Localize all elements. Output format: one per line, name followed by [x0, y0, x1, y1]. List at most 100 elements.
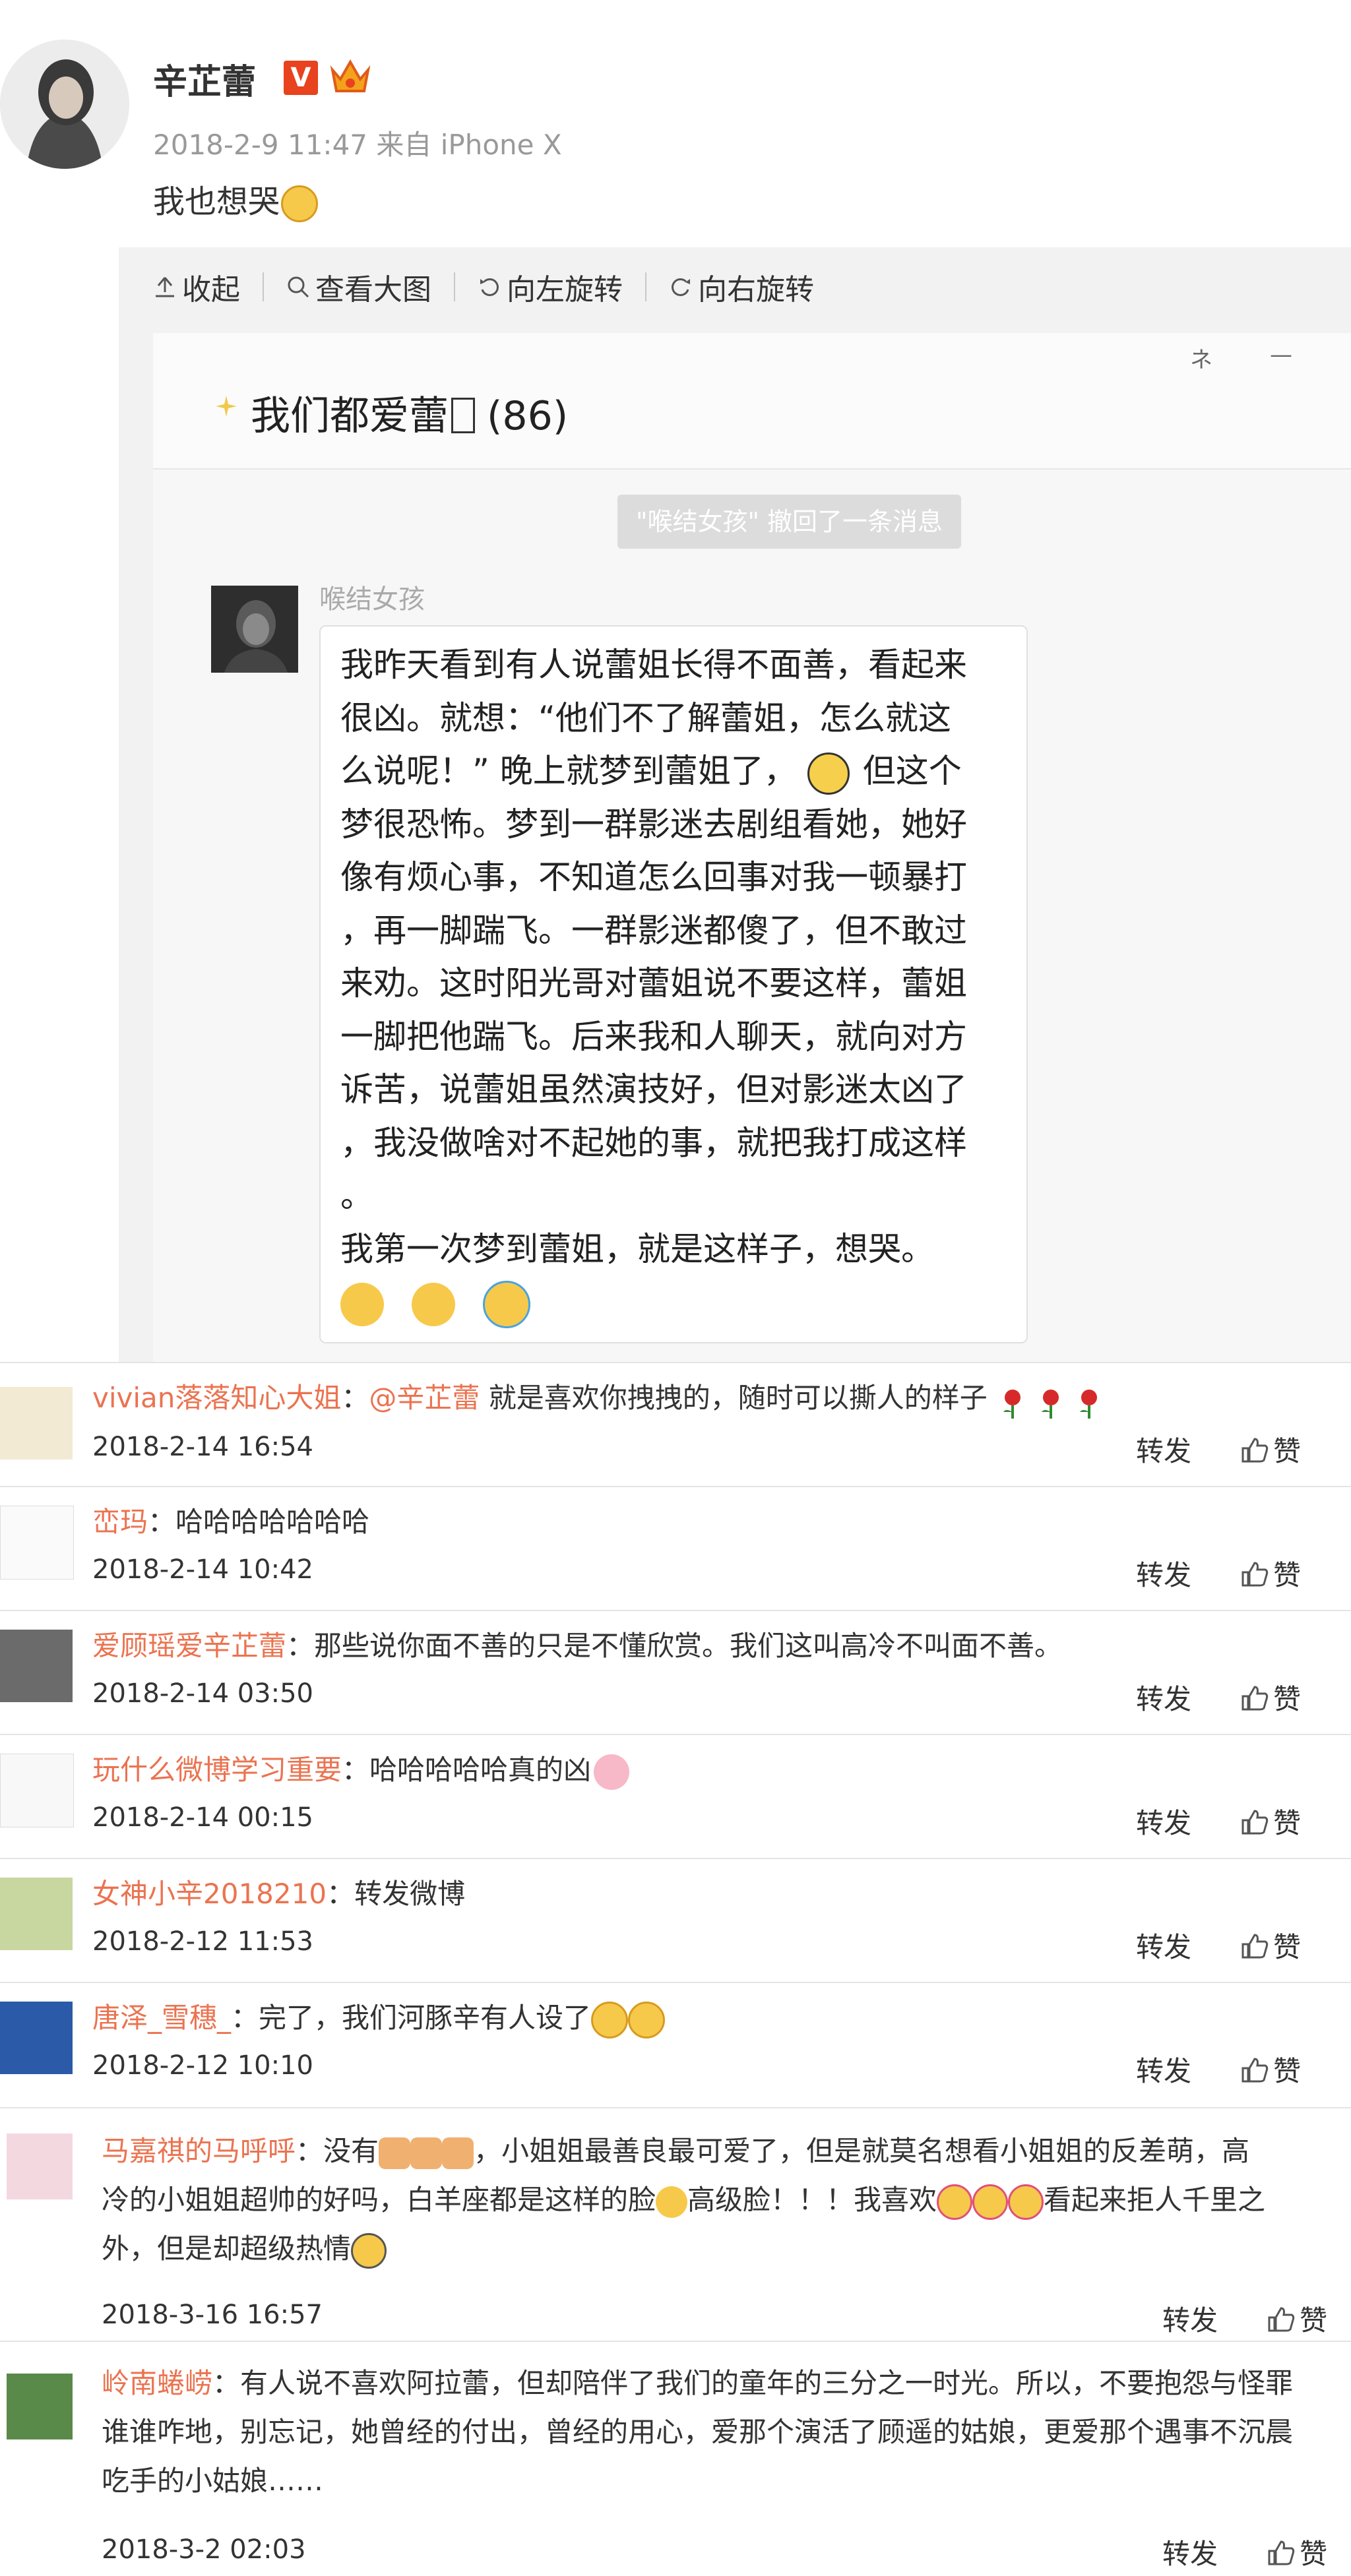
like-label: 赞 [1300, 2538, 1328, 2570]
message-line: 我昨天看到有人说蕾姐长得不面善，看起来 [340, 646, 967, 684]
rose-emoji-icon [1038, 1385, 1064, 1419]
chat-member-count: (86) [487, 393, 569, 439]
like-label: 赞 [1273, 1435, 1302, 1467]
cat-emoji-icon [410, 2137, 443, 2169]
crying-emoji-icon [483, 1280, 530, 1328]
repost-item: 玩什么微博学习重要：哈哈哈哈哈真的凶 2018-2-14 00:15 转发 赞 [0, 1734, 1351, 1859]
repost-text: 女神小辛2018210：转发微博 [92, 1870, 465, 1918]
forward-button[interactable]: 转发 [1162, 2298, 1218, 2339]
repost-username[interactable]: vivian落落知心大姐 [92, 1382, 341, 1414]
forward-button[interactable]: 转发 [1136, 1677, 1191, 1717]
repost-content: 看起来拒人千里之 [1044, 2184, 1266, 2216]
collapse-label: 收起 [182, 273, 240, 307]
rose-emoji-icon [1076, 1385, 1102, 1419]
repost-username[interactable]: 峦玛 [92, 1506, 148, 1538]
rotate-left-label: 向左旋转 [507, 273, 623, 307]
user-avatar[interactable] [7, 2133, 73, 2199]
like-button[interactable]: 赞 [1240, 1925, 1301, 1965]
thumbs-up-icon [1241, 1685, 1269, 1710]
mention-link[interactable]: @辛芷蕾 [369, 1382, 480, 1414]
repost-date: 2018-2-12 11:53 [92, 1926, 313, 1957]
user-avatar[interactable] [0, 1387, 73, 1459]
view-large-label: 查看大图 [315, 273, 431, 307]
repost-username[interactable]: 爱顾瑶爱辛芷蕾 [92, 1630, 286, 1662]
message-line: 诉苦，说蕾姐虽然演技好，但对影迷太凶了 [340, 1070, 967, 1109]
repost-username[interactable]: 唐泽_雪穗_ [92, 2002, 231, 2034]
repost-username[interactable]: 玩什么微博学习重要 [92, 1754, 342, 1786]
kiss-emoji-icon [937, 2184, 973, 2220]
user-avatar[interactable] [0, 1630, 73, 1702]
sender-name: 喉结女孩 [319, 584, 425, 615]
surprised-emoji-icon [656, 2186, 688, 2218]
forward-button[interactable]: 转发 [1136, 2049, 1191, 2089]
repost-line: 岭南蜷崂：有人说不喜欢阿拉蕾，但却陪伴了我们的童年的三分之一时光。所以，不要抱怨… [102, 2359, 1293, 2408]
repost-item: vivian落落知心大姐：@辛芷蕾 就是喜欢你拽拽的，随时可以撕人的样子 201… [0, 1362, 1351, 1487]
rotate-left-button[interactable]: 向左旋转 [478, 266, 623, 308]
forward-button[interactable]: 转发 [1162, 2532, 1218, 2572]
repost-date: 2018-2-14 03:50 [92, 1678, 313, 1709]
window-minimize-icon: — [1270, 342, 1292, 368]
message-line: 么说呢！” 晚上就梦到蕾姐了， 但这个 [340, 745, 1013, 798]
like-button[interactable]: 赞 [1267, 2298, 1327, 2339]
collapse-icon [156, 277, 174, 297]
rotate-right-button[interactable]: 向右旋转 [669, 266, 814, 308]
repost-username[interactable]: 女神小辛2018210 [92, 1878, 327, 1910]
laugh-cry-emoji-icon [628, 2001, 666, 2039]
like-label: 赞 [1300, 2304, 1328, 2337]
message-line: 。 [340, 1177, 373, 1215]
repost-content: 冷的小姐姐超帅的好吗，白羊座都是这样的脸 [102, 2184, 656, 2216]
user-avatar[interactable] [0, 1506, 74, 1579]
forward-button[interactable]: 转发 [1136, 1429, 1191, 1469]
user-avatar[interactable] [7, 2374, 73, 2439]
forward-button[interactable]: 转发 [1136, 1553, 1191, 1593]
repost-content: 外，但是却超级热情 [102, 2232, 352, 2265]
like-button[interactable]: 赞 [1240, 1677, 1301, 1717]
repost-item: 岭南蜷崂：有人说不喜欢阿拉蕾，但却陪伴了我们的童年的三分之一时光。所以，不要抱怨… [0, 2341, 1351, 2576]
sad-emoji-icon [340, 1282, 384, 1326]
missing-glyph-icon [451, 398, 475, 433]
repost-text: vivian落落知心大姐：@辛芷蕾 就是喜欢你拽拽的，随时可以撕人的样子 [92, 1374, 1102, 1423]
repost-username[interactable]: 马嘉祺的马呼呼 [102, 2135, 296, 2167]
user-avatar[interactable] [0, 2002, 73, 2074]
user-avatar[interactable] [0, 1878, 73, 1950]
user-avatar[interactable] [0, 1754, 74, 1827]
like-button[interactable]: 赞 [1240, 1429, 1301, 1469]
post-meta: 2018-2-9 11:47 来自 iPhone X [153, 129, 562, 161]
message-line: 梦很恐怖。梦到一群影迷去剧组看她，她好 [340, 805, 967, 843]
view-large-button[interactable]: 查看大图 [286, 266, 431, 308]
repost-date: 2018-2-14 00:15 [92, 1802, 313, 1833]
pig-emoji-icon [594, 1754, 630, 1790]
member-crown-icon [329, 57, 372, 98]
like-button[interactable]: 赞 [1240, 1801, 1301, 1841]
like-button[interactable]: 赞 [1267, 2532, 1327, 2572]
repost-content: ：完了，我们河豚辛有人设了 [231, 2002, 592, 2034]
repost-text: 唐泽_雪穗_：完了，我们河豚辛有人设了 [92, 1994, 666, 2042]
repost-username[interactable]: 岭南蜷崂 [102, 2367, 212, 2399]
author-avatar[interactable] [0, 40, 129, 169]
chat-group-title: 我们都爱蕾 (86) [251, 384, 568, 441]
media-toolbar: 收起 查看大图 向左旋转 向右旋转 [153, 264, 836, 310]
rotate-right-icon [672, 278, 690, 296]
like-button[interactable]: 赞 [1240, 2049, 1301, 2089]
like-label: 赞 [1273, 1559, 1302, 1591]
message-line: 我第一次梦到蕾姐，就是这样子，想哭。 [340, 1229, 934, 1268]
message-line: 来劝。这时阳光哥对蕾姐说不要这样，蕾姐 [340, 964, 967, 1002]
repost-content: ：那些说你面不善的只是不懂欣赏。我们这叫高冷不叫面不善。 [286, 1630, 1063, 1662]
repost-content: ：有人说不喜欢阿拉蕾，但却陪伴了我们的童年的三分之一时光。所以，不要抱怨与怪罪 [212, 2367, 1294, 2399]
thumbs-up-icon [1268, 2306, 1295, 2331]
like-label: 赞 [1273, 1931, 1302, 1963]
repost-line: 吃手的小姑娘…… [102, 2465, 324, 2497]
collapse-button[interactable]: 收起 [153, 266, 240, 308]
sender-avatar [211, 586, 298, 673]
like-button[interactable]: 赞 [1240, 1553, 1301, 1593]
repost-content: ：哈哈哈哈哈真的凶 [342, 1754, 592, 1786]
thumbs-up-icon [1241, 1437, 1269, 1462]
author-name[interactable]: 辛芷蕾 [153, 54, 256, 104]
verified-badge-icon: V [284, 61, 318, 95]
post-text-content: 我也想哭 [153, 183, 280, 220]
forward-button[interactable]: 转发 [1136, 1925, 1191, 1965]
repost-line: 外，但是却超级热情 [102, 2224, 1265, 2273]
window-pin-icon: ネ [1190, 347, 1212, 373]
forward-button[interactable]: 转发 [1136, 1801, 1191, 1841]
toolbar-divider [645, 272, 646, 301]
